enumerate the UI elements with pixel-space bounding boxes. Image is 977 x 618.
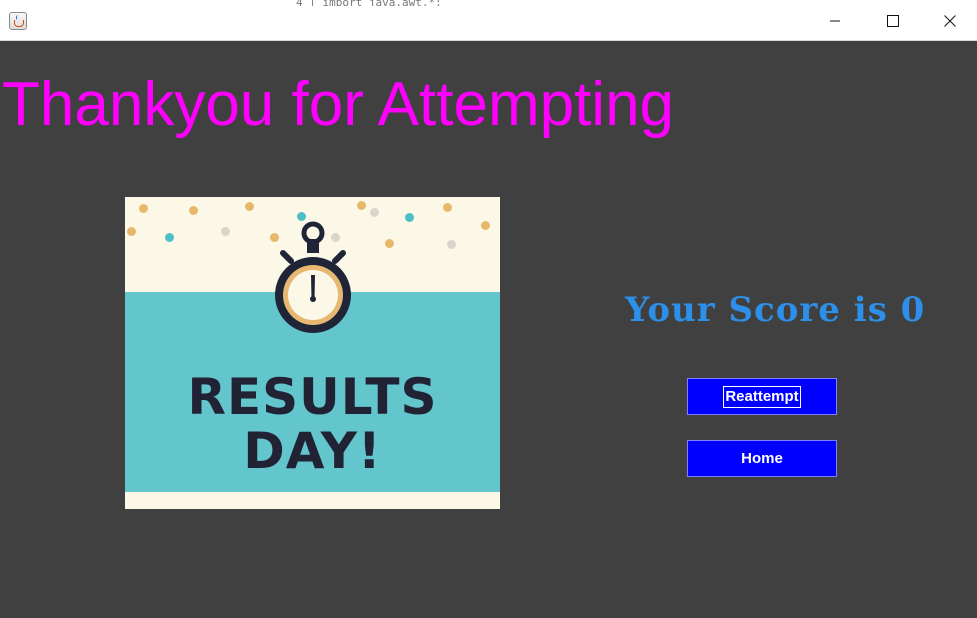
maximize-icon bbox=[887, 14, 899, 27]
minimize-button[interactable] bbox=[806, 0, 864, 41]
confetti-dot bbox=[221, 227, 230, 236]
confetti-dot bbox=[139, 204, 148, 213]
confetti-dot bbox=[405, 213, 414, 222]
confetti-dot bbox=[385, 239, 394, 248]
reattempt-button-label: Reattempt bbox=[723, 385, 801, 408]
home-button-label: Home bbox=[741, 450, 783, 467]
confetti-dot bbox=[245, 202, 254, 211]
stopwatch-icon bbox=[275, 221, 351, 333]
confetti-dot bbox=[165, 233, 174, 242]
minimize-icon bbox=[830, 20, 840, 21]
confetti-dot bbox=[443, 203, 452, 212]
page-title: Thankyou for Attempting bbox=[2, 70, 675, 139]
java-cup-icon[interactable] bbox=[9, 12, 27, 30]
image-bottom-band bbox=[125, 492, 500, 509]
background-window-code-text: 4 | import java.awt.*; bbox=[296, 0, 596, 6]
results-day-image: RESULTS DAY! bbox=[125, 197, 500, 509]
confetti-dot bbox=[370, 208, 379, 217]
window-titlebar: 4 | import java.awt.*; bbox=[0, 0, 977, 41]
confetti-dot bbox=[447, 240, 456, 249]
confetti-dot bbox=[127, 227, 136, 236]
maximize-button[interactable] bbox=[864, 0, 922, 41]
confetti-dot bbox=[189, 206, 198, 215]
score-label: Your Score is 0 bbox=[625, 290, 926, 330]
image-text-day: DAY! bbox=[243, 422, 382, 480]
confetti-dot bbox=[357, 201, 366, 210]
close-icon bbox=[943, 14, 956, 27]
image-text-results: RESULTS bbox=[187, 368, 438, 426]
reattempt-button[interactable]: Reattempt bbox=[687, 378, 837, 415]
home-button[interactable]: Home bbox=[687, 440, 837, 477]
close-button[interactable] bbox=[922, 0, 977, 41]
confetti-dot bbox=[481, 221, 490, 230]
